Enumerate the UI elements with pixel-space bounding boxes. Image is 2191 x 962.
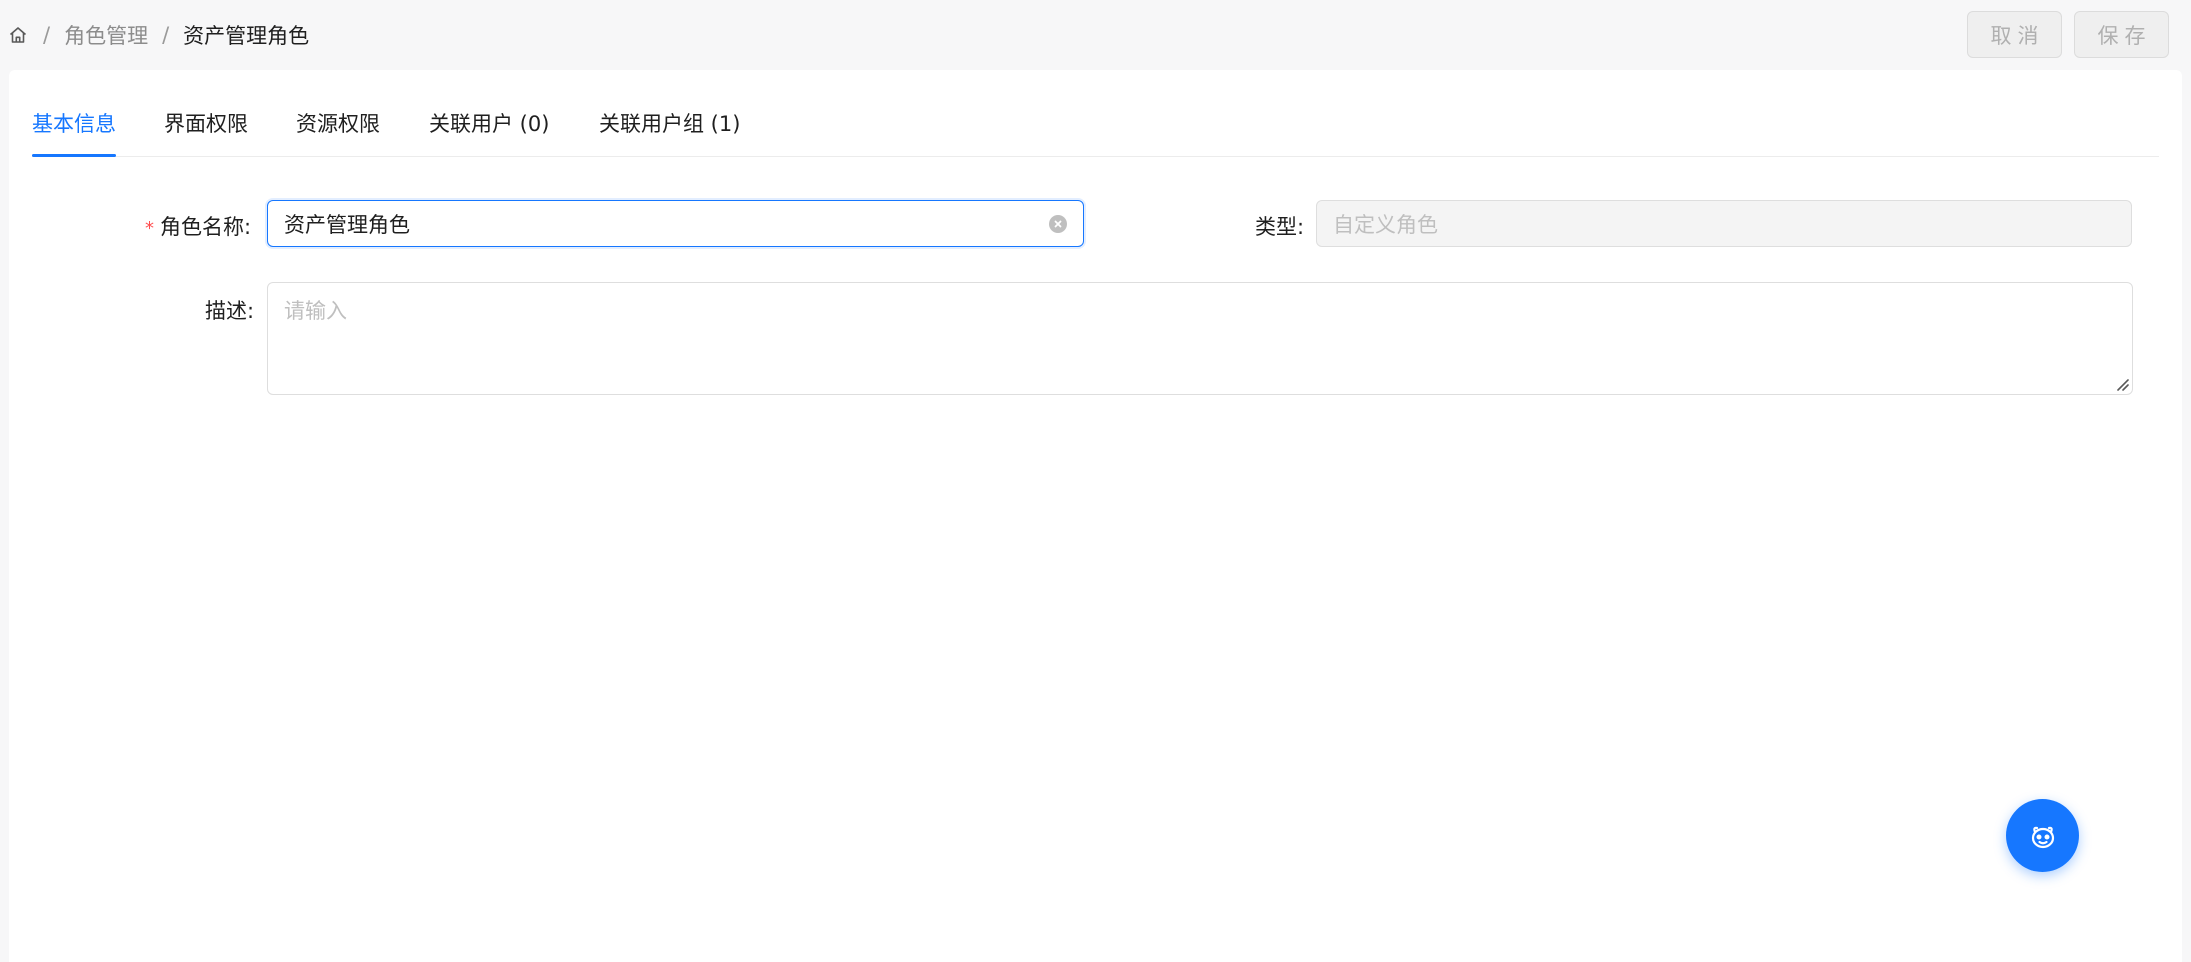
description-placeholder: 请输入	[284, 299, 347, 323]
breadcrumb: / 角色管理 / 资产管理角色	[7, 20, 309, 50]
role-detail-card: 基本信息 界面权限 资源权限 关联用户 (0) 关联用户组 (1) * 角色名称:…	[9, 70, 2182, 962]
resize-handle-icon[interactable]	[2114, 376, 2130, 392]
tab-basic-info[interactable]: 基本信息	[32, 108, 116, 138]
tab-resource-permissions[interactable]: 资源权限	[296, 108, 380, 138]
active-tab-indicator	[32, 154, 116, 157]
required-mark: *	[145, 218, 154, 239]
type-field: 自定义角色	[1316, 200, 2132, 247]
role-name-label-text: 角色名称:	[160, 215, 252, 239]
breadcrumb-role-management[interactable]: 角色管理	[64, 20, 148, 50]
role-name-input[interactable]: 资产管理角色	[267, 200, 1084, 247]
breadcrumb-separator: /	[162, 23, 170, 47]
breadcrumb-separator: /	[43, 23, 51, 47]
tab-bar: 基本信息 界面权限 资源权限 关联用户 (0) 关联用户组 (1)	[32, 70, 2159, 157]
clear-icon[interactable]	[1049, 214, 1067, 233]
top-bar: / 角色管理 / 资产管理角色 取消 保存	[0, 0, 2191, 70]
description-textarea[interactable]: 请输入	[267, 282, 2133, 395]
assistant-robot-icon	[2031, 826, 2054, 848]
home-icon[interactable]	[7, 24, 29, 46]
type-label: 类型:	[1255, 215, 1305, 239]
tab-linked-user-groups[interactable]: 关联用户组 (1)	[599, 108, 740, 138]
role-name-label: * 角色名称:	[145, 211, 251, 241]
breadcrumb-current-role: 资产管理角色	[183, 24, 310, 48]
tab-ui-permissions[interactable]: 界面权限	[164, 108, 248, 138]
tab-linked-users[interactable]: 关联用户 (0)	[429, 108, 549, 138]
type-placeholder: 自定义角色	[1333, 212, 1438, 237]
role-name-value[interactable]: 资产管理角色	[284, 209, 1049, 239]
description-label: 描述:	[205, 299, 255, 323]
assistant-float-button[interactable]	[2006, 799, 2079, 872]
cancel-button[interactable]: 取消	[1967, 11, 2062, 58]
save-button[interactable]: 保存	[2074, 11, 2169, 58]
